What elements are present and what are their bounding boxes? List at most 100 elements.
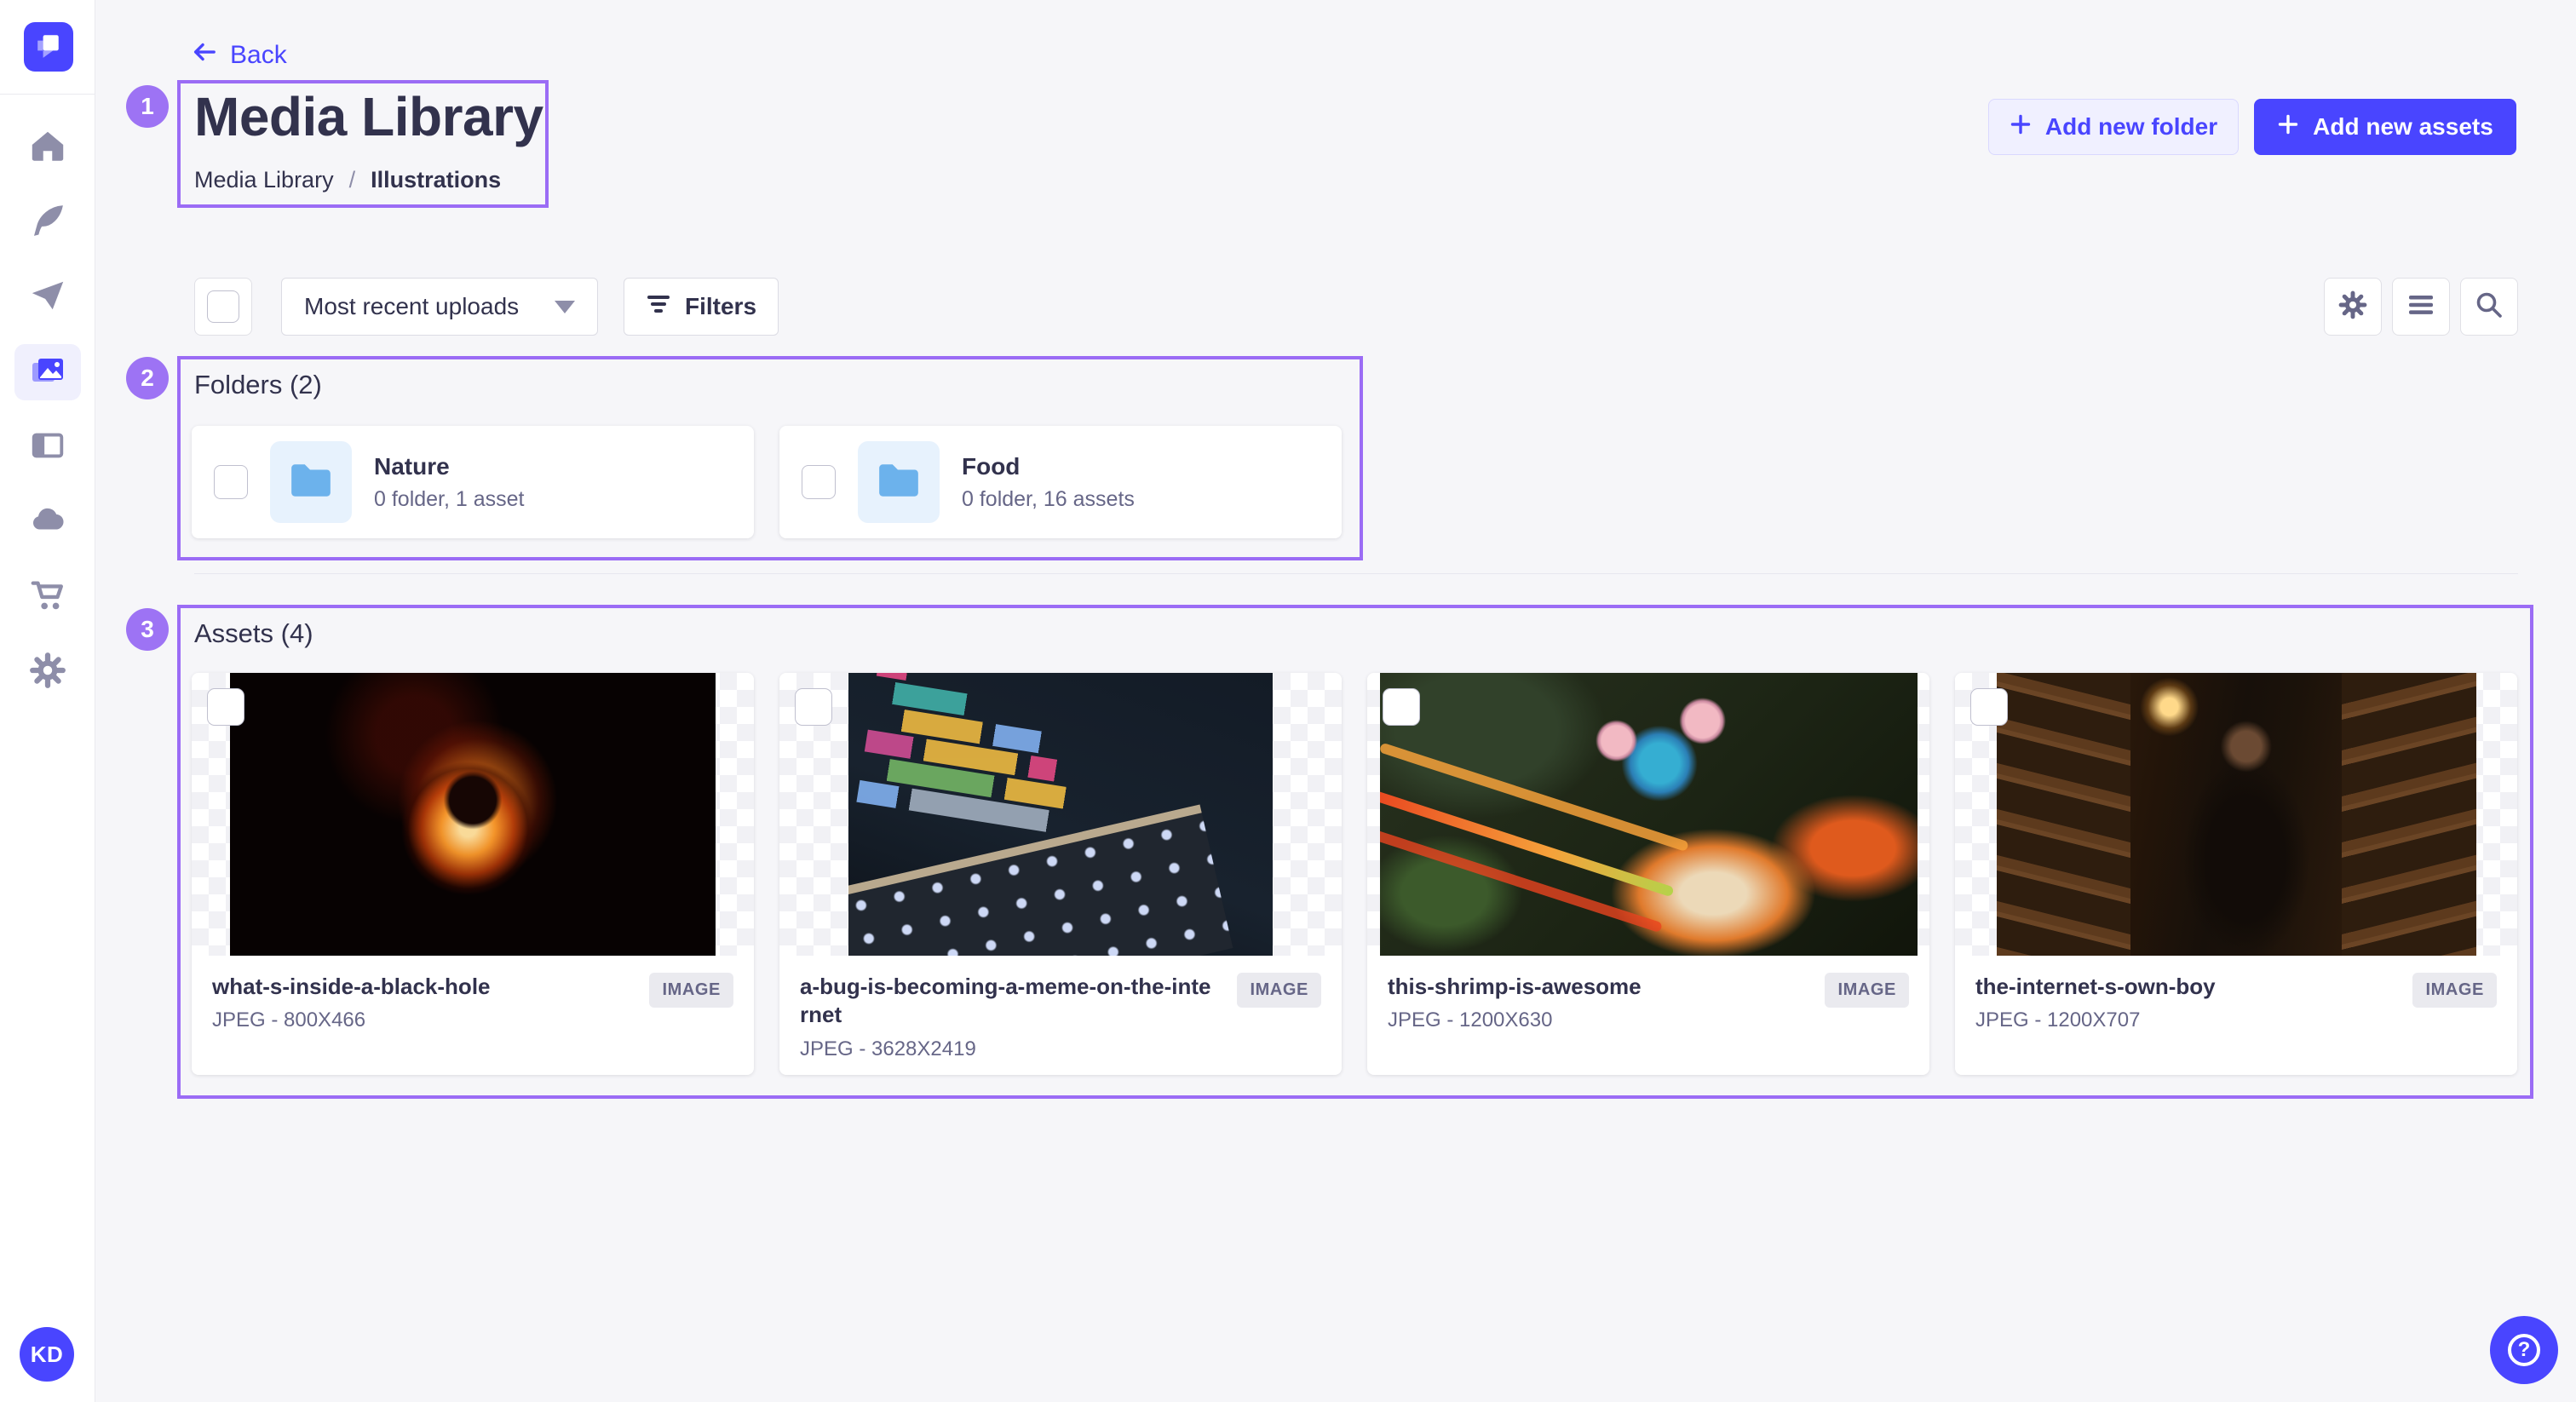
- asset-info: what-s-inside-a-black-hole JPEG - 800X46…: [192, 956, 754, 1049]
- asset-meta: JPEG - 800X466: [212, 1008, 491, 1032]
- asset-meta: JPEG - 3628X2419: [800, 1037, 1217, 1061]
- asset-preview[interactable]: [1367, 673, 1929, 956]
- asset-type-badge: IMAGE: [2412, 973, 2497, 1008]
- asset-type-badge: IMAGE: [1825, 973, 1909, 1008]
- section-divider: [194, 573, 2518, 574]
- gear-icon: [28, 651, 67, 694]
- bookshelf: [2342, 673, 2476, 956]
- cart-icon: [28, 576, 67, 619]
- select-all-checkbox[interactable]: [207, 290, 239, 323]
- add-new-assets-button[interactable]: Add new assets: [2254, 99, 2516, 155]
- folder-icon: [876, 461, 922, 504]
- asset-checkbox[interactable]: [795, 688, 832, 726]
- filter-icon: [646, 293, 671, 320]
- folders-section-title: Folders (2): [194, 370, 322, 400]
- asset-card[interactable]: what-s-inside-a-black-hole JPEG - 800X46…: [192, 673, 754, 1075]
- mantis-shrimp-image: [1380, 673, 1918, 956]
- gear-icon: [2337, 290, 2368, 325]
- asset-preview[interactable]: [779, 673, 1342, 956]
- folder-checkbox[interactable]: [802, 465, 836, 499]
- home-icon: [28, 126, 67, 170]
- sort-dropdown[interactable]: Most recent uploads: [281, 278, 598, 336]
- back-label: Back: [230, 41, 287, 70]
- question-mark-icon: ?: [2508, 1334, 2540, 1366]
- annotation-marker-3: 3: [126, 608, 169, 651]
- asset-card[interactable]: the-internet-s-own-boy JPEG - 1200X707 I…: [1955, 673, 2517, 1075]
- select-all-checkbox-container[interactable]: [194, 278, 252, 336]
- folder-card-nature[interactable]: Nature 0 folder, 1 asset: [192, 426, 754, 538]
- assets-section-title: Assets (4): [194, 618, 313, 649]
- asset-info: a-bug-is-becoming-a-meme-on-the-internet…: [779, 956, 1342, 1078]
- page-title: Media Library: [194, 85, 543, 148]
- folder-tile: [270, 441, 352, 523]
- search-button[interactable]: [2460, 278, 2518, 336]
- asset-preview[interactable]: [1955, 673, 2517, 956]
- asset-name: the-internet-s-own-boy: [1975, 973, 2216, 1001]
- search-icon: [2475, 290, 2504, 324]
- folder-meta: 0 folder, 1 asset: [374, 487, 525, 512]
- chevron-down-icon: [555, 301, 575, 313]
- list-view-button[interactable]: [2392, 278, 2450, 336]
- feather-icon: [28, 201, 67, 244]
- breadcrumb-root[interactable]: Media Library: [194, 167, 334, 193]
- sidebar-item-media-library[interactable]: [14, 344, 81, 400]
- list-view-icon: [2407, 294, 2435, 320]
- asset-checkbox[interactable]: [207, 688, 244, 726]
- add-new-folder-button[interactable]: Add new folder: [1988, 99, 2239, 155]
- folder-name: Nature: [374, 453, 525, 480]
- sidebar-item-content-manager[interactable]: [14, 194, 81, 250]
- sidebar-item-settings[interactable]: [14, 644, 81, 700]
- breadcrumb-current: Illustrations: [371, 167, 501, 193]
- sidebar-item-marketplace[interactable]: [14, 569, 81, 625]
- asset-preview[interactable]: [192, 673, 754, 956]
- filters-button[interactable]: Filters: [624, 278, 779, 336]
- sidebar-item-content-type-builder[interactable]: [14, 419, 81, 475]
- breadcrumb-separator: /: [349, 167, 356, 193]
- black-hole-image: [230, 673, 716, 956]
- folder-card-food[interactable]: Food 0 folder, 16 assets: [779, 426, 1342, 538]
- media-library-icon: [27, 350, 68, 395]
- asset-type-badge: IMAGE: [649, 973, 733, 1008]
- sidebar-item-home[interactable]: [14, 119, 81, 175]
- folder-meta: 0 folder, 16 assets: [962, 487, 1135, 512]
- asset-info: this-shrimp-is-awesome JPEG - 1200X630 I…: [1367, 956, 1929, 1049]
- asset-name: this-shrimp-is-awesome: [1388, 973, 1642, 1001]
- plus-icon: [2010, 113, 2032, 141]
- help-button[interactable]: ?: [2490, 1316, 2558, 1384]
- add-new-assets-label: Add new assets: [2313, 113, 2493, 141]
- sidebar-item-deploy[interactable]: [14, 494, 81, 550]
- folder-icon: [288, 461, 334, 504]
- folder-tile: [858, 441, 940, 523]
- folder-texts: Nature 0 folder, 1 asset: [374, 453, 525, 512]
- strapi-logo[interactable]: [24, 22, 73, 72]
- annotation-marker-1: 1: [126, 85, 169, 128]
- plus-icon: [2277, 113, 2299, 141]
- strapi-logo-icon: [35, 32, 62, 63]
- asset-type-badge: IMAGE: [1237, 973, 1321, 1008]
- library-portrait-image: [1997, 673, 2476, 956]
- asset-meta: JPEG - 1200X630: [1388, 1008, 1642, 1032]
- sort-dropdown-value: Most recent uploads: [304, 293, 519, 320]
- asset-checkbox[interactable]: [1383, 688, 1420, 726]
- asset-card[interactable]: a-bug-is-becoming-a-meme-on-the-internet…: [779, 673, 1342, 1075]
- asset-texts: a-bug-is-becoming-a-meme-on-the-internet…: [800, 973, 1217, 1061]
- cloud-icon: [28, 501, 67, 544]
- asset-checkbox[interactable]: [1970, 688, 2008, 726]
- asset-texts: what-s-inside-a-black-hole JPEG - 800X46…: [212, 973, 491, 1032]
- asset-name: what-s-inside-a-black-hole: [212, 973, 491, 1001]
- add-new-folder-label: Add new folder: [2045, 113, 2217, 141]
- back-link[interactable]: Back: [189, 39, 287, 72]
- asset-name: a-bug-is-becoming-a-meme-on-the-internet: [800, 973, 1217, 1030]
- asset-card[interactable]: this-shrimp-is-awesome JPEG - 1200X630 I…: [1367, 673, 1929, 1075]
- asset-meta: JPEG - 1200X707: [1975, 1008, 2216, 1032]
- user-avatar[interactable]: KD: [20, 1327, 74, 1382]
- view-settings-button[interactable]: [2324, 278, 2382, 336]
- folder-checkbox[interactable]: [214, 465, 248, 499]
- layout-panel-icon: [28, 426, 67, 469]
- asset-info: the-internet-s-own-boy JPEG - 1200X707 I…: [1955, 956, 2517, 1049]
- breadcrumb: Media Library / Illustrations: [194, 167, 501, 193]
- folder-name: Food: [962, 453, 1135, 480]
- sidebar-divider: [0, 94, 95, 95]
- sidebar-item-releases[interactable]: [14, 269, 81, 325]
- folder-texts: Food 0 folder, 16 assets: [962, 453, 1135, 512]
